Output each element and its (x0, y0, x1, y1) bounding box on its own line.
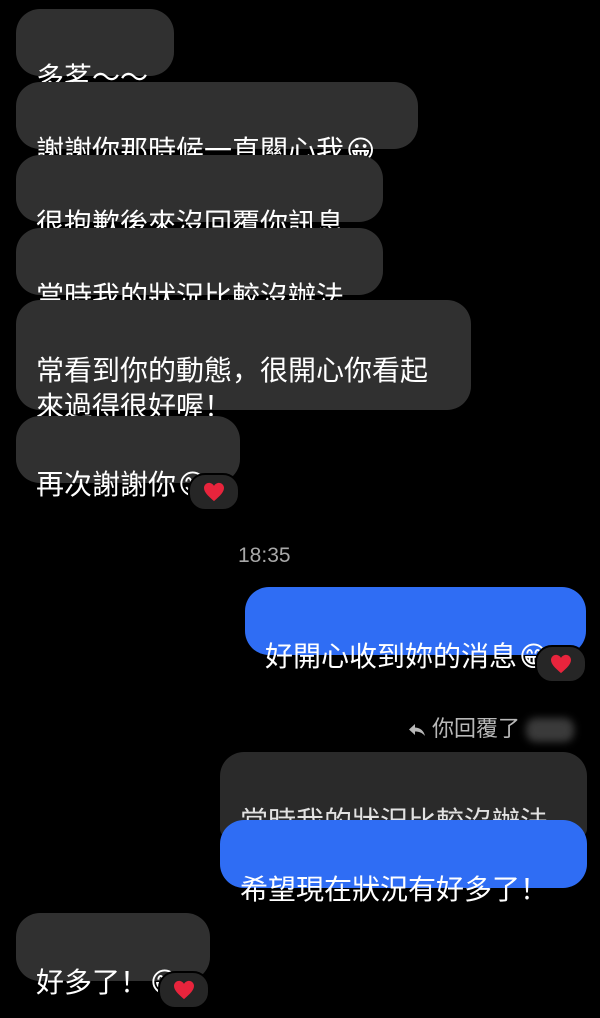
message-timestamp: 18:35 (238, 544, 291, 567)
message-bubble-incoming[interactable]: 謝謝你那時候一直關心我😀 (16, 82, 418, 167)
message-bubble-incoming[interactable]: 常看到你的動態，很開心你看起 來過得很好喔！ (16, 300, 471, 423)
blurred-name (526, 718, 575, 742)
heart-reaction[interactable] (535, 645, 587, 683)
heart-icon (174, 980, 194, 1000)
message-text: 好多了！ (36, 966, 149, 999)
message-bubble-incoming[interactable]: 很抱歉後來沒回覆你訊息 (16, 155, 383, 240)
message-bubble-incoming[interactable]: 多茗～～ (16, 9, 174, 94)
message-text: 希望現在狀況有好多了！ (240, 873, 549, 906)
reply-label-text: 你回覆了 (432, 717, 521, 742)
message-text: 好開心收到妳的消息 (265, 640, 518, 673)
message-text: 再次謝謝你 (36, 468, 177, 501)
message-text: 常看到你的動態，很開心你看起 來過得很好喔！ (36, 354, 429, 423)
heart-reaction[interactable] (188, 473, 240, 511)
message-bubble-outgoing[interactable]: 好開心收到妳的消息😁 (245, 587, 586, 673)
heart-icon (204, 482, 224, 502)
message-bubble-incoming[interactable]: 當時我的狀況比較沒辦法 (16, 228, 383, 313)
heart-icon (551, 654, 571, 674)
message-bubble-outgoing[interactable]: 希望現在狀況有好多了！ (220, 820, 587, 906)
reply-indicator: 你回覆了 (408, 716, 575, 744)
heart-reaction[interactable] (158, 971, 210, 1009)
reply-arrow-icon (409, 724, 425, 736)
